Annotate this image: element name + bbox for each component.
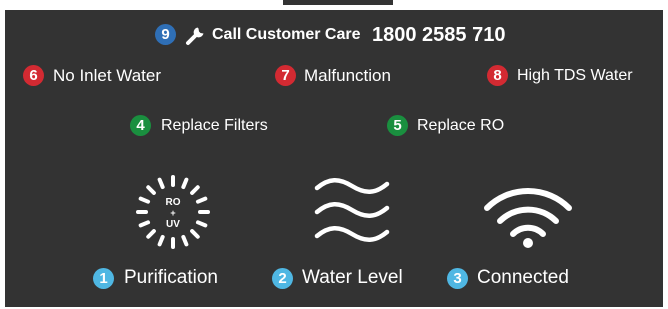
purification-tick [190,185,200,195]
care-phone: 1800 2585 710 [372,24,506,46]
purification-tick [146,229,156,239]
alert-badge-no-inlet: 6 [23,65,44,86]
purification-tick [181,177,189,190]
water-level-icon [314,178,390,242]
water-level-label: Water Level [302,267,403,288]
maintenance-badge-filters: 4 [130,115,151,136]
replace-filters-label: Replace Filters [161,117,268,134]
alert-badge-malfunction: 7 [275,65,296,86]
purification-tick [146,185,156,195]
purification-icon-text-uv: UV [166,219,180,230]
maintenance-badge-ro: 5 [387,115,408,136]
alert-no-inlet-water: No Inlet Water [53,66,162,85]
alert-badge-high-tds: 8 [487,65,508,86]
top-edge [283,0,393,5]
purification-icon: RO + UV [136,175,210,249]
purification-tick [195,196,208,204]
status-badge-purification: 1 [93,268,114,289]
purification-tick [157,234,165,247]
status-badge-connected: 3 [447,268,468,289]
alert-high-tds-water: High TDS Water [517,67,633,84]
status-badge-water-level: 2 [272,268,293,289]
purification-icon-text-ro: RO [166,197,181,208]
purification-tick [138,196,151,204]
purification-label: Purification [124,267,218,288]
care-badge: 9 [155,24,176,45]
wifi-icon [484,188,572,248]
purification-icon-text-plus: + [170,208,175,218]
purification-tick [157,177,165,190]
care-label: Call Customer Care [212,26,361,43]
purification-tick [195,220,208,228]
top-strip [0,0,668,10]
replace-ro-label: Replace RO [417,117,505,134]
alert-malfunction: Malfunction [304,66,391,85]
indicator-panel: 9 Call Customer Care 1800 2585 710 6 No … [5,10,663,307]
wrench-icon [186,27,204,45]
connected-label: Connected [477,267,569,288]
purification-tick [181,234,189,247]
purification-tick [138,220,151,228]
purification-tick [190,229,200,239]
